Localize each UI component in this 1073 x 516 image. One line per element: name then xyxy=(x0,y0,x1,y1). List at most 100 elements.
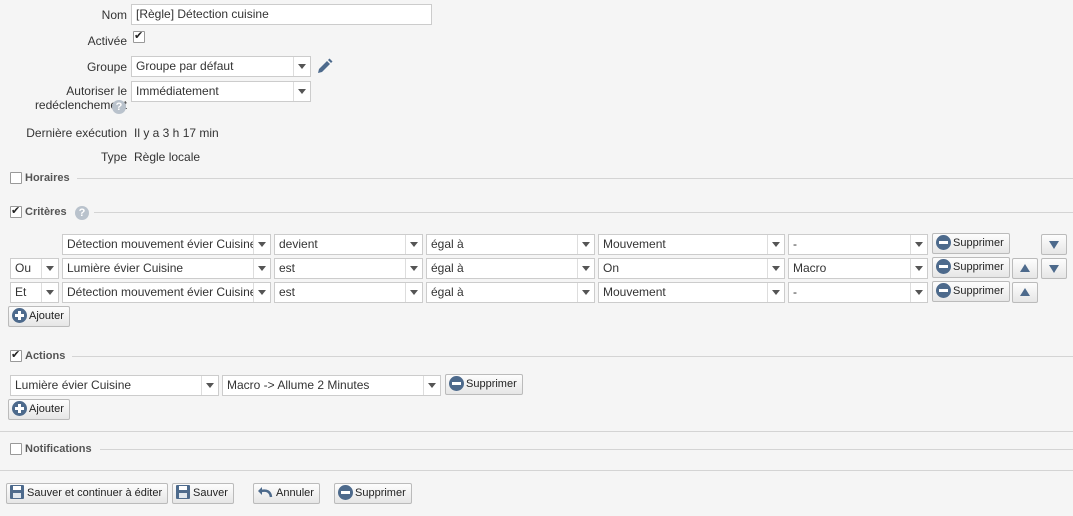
section-criteria-title: Critères xyxy=(25,206,67,218)
criteria-delete-button[interactable]: Supprimer xyxy=(932,233,1010,254)
divider xyxy=(94,212,1073,213)
chevron-down-icon xyxy=(253,259,270,278)
floppy-icon xyxy=(176,485,190,500)
criteria-add-label: Ajouter xyxy=(29,310,64,322)
undo-icon xyxy=(258,487,273,498)
active-checkbox[interactable] xyxy=(133,29,145,43)
action-delete-label: Supprimer xyxy=(466,378,517,390)
criteria-value-select[interactable]: On xyxy=(598,258,785,279)
criteria-device-value: Détection mouvement évier Cuisine xyxy=(67,237,257,251)
criteria-device-select[interactable]: Lumière évier Cuisine xyxy=(62,258,271,279)
criteria-device-select[interactable]: Détection mouvement évier Cuisine xyxy=(62,282,271,303)
name-input[interactable]: [Règle] Détection cuisine xyxy=(131,4,432,25)
save-button[interactable]: Sauver xyxy=(172,483,234,504)
retrigger-select-value: Immédiatement xyxy=(136,84,219,98)
action-device-select[interactable]: Lumière évier Cuisine xyxy=(10,375,219,396)
divider xyxy=(0,431,1073,432)
help-icon[interactable]: ? xyxy=(112,100,126,114)
chevron-down-icon xyxy=(293,82,310,101)
retrigger-label-line1: Autoriser le xyxy=(66,84,127,98)
criteria-operator-select[interactable]: égal à xyxy=(426,234,595,255)
move-down-button[interactable] xyxy=(1041,258,1067,279)
chevron-down-icon xyxy=(253,235,270,254)
retrigger-select[interactable]: Immédiatement xyxy=(131,81,311,102)
criteria-delete-label: Supprimer xyxy=(953,285,1004,297)
cancel-button[interactable]: Annuler xyxy=(253,483,320,504)
type-value: Règle locale xyxy=(134,150,201,164)
criteria-verb-select[interactable]: devient xyxy=(274,234,423,255)
chevron-down-icon xyxy=(577,235,594,254)
criteria-operator-value: égal à xyxy=(431,285,464,299)
last-exec-value: Il y a 3 h 17 min xyxy=(134,126,219,140)
action-delete-button[interactable]: Supprimer xyxy=(445,374,523,395)
group-select[interactable]: Groupe par défaut xyxy=(131,56,311,77)
action-add-button[interactable]: Ajouter xyxy=(8,399,70,420)
group-select-value: Groupe par défaut xyxy=(136,59,234,73)
criteria-extra-value: - xyxy=(793,237,797,251)
criteria-delete-label: Supprimer xyxy=(953,261,1004,273)
criteria-verb-value: est xyxy=(279,261,296,275)
criteria-extra-select[interactable]: Macro xyxy=(788,258,928,279)
move-up-button[interactable] xyxy=(1012,258,1038,279)
criteria-extra-select[interactable]: - xyxy=(788,282,928,303)
criteria-connector-select[interactable]: Ou xyxy=(10,258,59,279)
criteria-connector-value: Ou xyxy=(15,261,32,275)
help-icon[interactable]: ? xyxy=(75,206,89,220)
last-exec-label: Dernière exécution xyxy=(26,126,127,140)
action-command-value: Macro -> Allume 2 Minutes xyxy=(227,378,370,392)
save-continue-label: Sauver et continuer à éditer xyxy=(27,487,163,499)
criteria-value-value: On xyxy=(603,261,620,275)
chevron-down-icon xyxy=(577,283,594,302)
criteria-value-select[interactable]: Mouvement xyxy=(598,282,785,303)
action-add-label: Ajouter xyxy=(29,403,64,415)
divider xyxy=(0,470,1073,471)
criteria-checkbox[interactable] xyxy=(10,204,22,218)
cancel-label: Annuler xyxy=(276,487,314,499)
criteria-delete-button[interactable]: Supprimer xyxy=(932,257,1010,278)
criteria-connector-select[interactable]: Et xyxy=(10,282,59,303)
criteria-value-select[interactable]: Mouvement xyxy=(598,234,785,255)
criteria-device-value: Détection mouvement évier Cuisine xyxy=(67,285,257,299)
criteria-extra-select[interactable]: - xyxy=(788,234,928,255)
criteria-value-value: Mouvement xyxy=(603,237,666,251)
criteria-verb-select[interactable]: est xyxy=(274,258,423,279)
criteria-device-value: Lumière évier Cuisine xyxy=(67,261,184,275)
save-label: Sauver xyxy=(193,487,228,499)
criteria-delete-label: Supprimer xyxy=(953,237,1004,249)
chevron-down-icon xyxy=(41,283,58,302)
chevron-down-icon xyxy=(767,283,784,302)
chevron-down-icon xyxy=(405,235,422,254)
notifications-checkbox[interactable] xyxy=(10,443,22,455)
chevron-down-icon xyxy=(767,235,784,254)
chevron-down-icon xyxy=(41,259,58,278)
criteria-add-button[interactable]: Ajouter xyxy=(8,306,70,327)
chevron-down-icon xyxy=(910,235,927,254)
chevron-down-icon xyxy=(293,57,310,76)
minus-circle-icon xyxy=(338,484,353,500)
criteria-operator-select[interactable]: égal à xyxy=(426,258,595,279)
minus-circle-icon xyxy=(449,375,464,391)
chevron-down-icon xyxy=(405,259,422,278)
delete-rule-button[interactable]: Supprimer xyxy=(334,483,412,504)
criteria-verb-select[interactable]: est xyxy=(274,282,423,303)
criteria-operator-select[interactable]: égal à xyxy=(426,282,595,303)
divider xyxy=(100,449,1073,450)
pencil-icon[interactable] xyxy=(316,58,333,75)
move-down-button[interactable] xyxy=(1041,234,1067,255)
chevron-down-icon xyxy=(405,283,422,302)
plus-circle-icon xyxy=(12,400,27,416)
name-label: Nom xyxy=(101,8,127,22)
criteria-operator-value: égal à xyxy=(431,261,464,275)
schedules-checkbox[interactable] xyxy=(10,172,22,184)
chevron-down-icon xyxy=(767,259,784,278)
move-up-button[interactable] xyxy=(1012,282,1038,303)
save-continue-button[interactable]: Sauver et continuer à éditer xyxy=(6,483,169,504)
criteria-delete-button[interactable]: Supprimer xyxy=(932,281,1010,302)
section-actions-title: Actions xyxy=(25,350,66,362)
action-command-select[interactable]: Macro -> Allume 2 Minutes xyxy=(222,375,441,396)
minus-circle-icon xyxy=(936,258,951,274)
chevron-down-icon xyxy=(910,259,927,278)
actions-checkbox[interactable] xyxy=(10,348,22,362)
group-label: Groupe xyxy=(86,60,127,74)
criteria-device-select[interactable]: Détection mouvement évier Cuisine xyxy=(62,234,271,255)
